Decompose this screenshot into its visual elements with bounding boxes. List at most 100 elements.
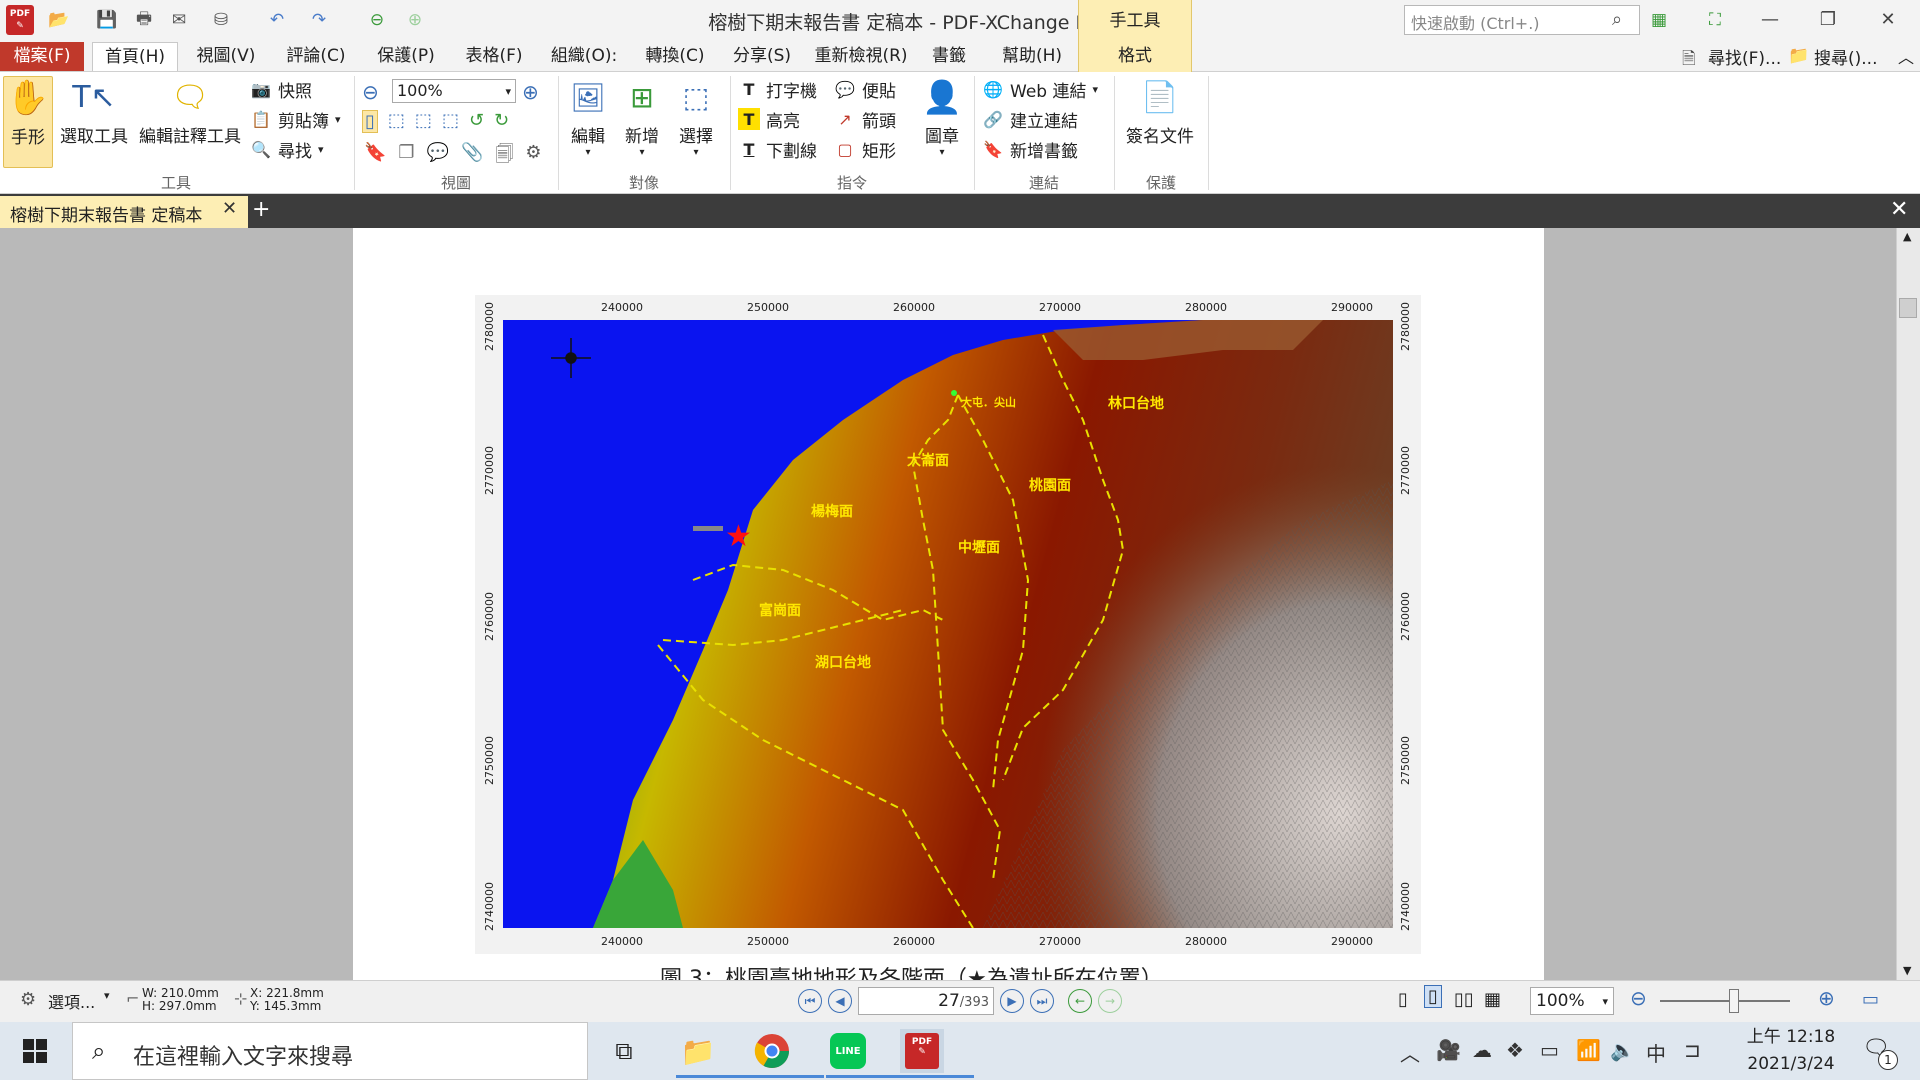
- scrollbar-thumb[interactable]: [1899, 298, 1917, 318]
- rotate-right-icon[interactable]: ↻: [494, 110, 509, 133]
- battery-icon[interactable]: ▭: [1540, 1038, 1559, 1062]
- minimize-button[interactable]: —: [1748, 6, 1792, 34]
- hand-tool-button[interactable]: ✋ 手形: [3, 76, 53, 168]
- find-button[interactable]: 尋找(F)...: [1708, 44, 1781, 69]
- wifi-icon[interactable]: 📶: [1576, 1038, 1601, 1062]
- create-link-button[interactable]: 🔗 建立連結: [982, 106, 1110, 132]
- meet-now-icon[interactable]: 🎥: [1436, 1038, 1461, 1062]
- show-hidden-icons-icon[interactable]: ︿: [1400, 1038, 1420, 1067]
- note-button[interactable]: 💬 便貼: [834, 76, 914, 102]
- redo-icon[interactable]: ↷: [308, 9, 330, 31]
- volume-icon[interactable]: 🔈: [1610, 1038, 1635, 1062]
- menu-comment[interactable]: 評論(C): [276, 42, 356, 71]
- fullscreen-icon[interactable]: ⛶: [1704, 9, 1726, 31]
- back-view-icon[interactable]: ←: [1068, 989, 1092, 1013]
- menu-view[interactable]: 視圖(V): [186, 42, 266, 71]
- open-icon[interactable]: 📂: [48, 9, 70, 31]
- fit-page-icon[interactable]: ⬚: [388, 110, 405, 133]
- close-button[interactable]: ✕: [1866, 6, 1910, 34]
- menu-organize[interactable]: 組織(O):: [538, 42, 630, 71]
- menu-help[interactable]: 幫助(H): [992, 42, 1072, 71]
- next-page-icon[interactable]: ▶: [1000, 989, 1024, 1013]
- dropbox-icon[interactable]: ❖: [1506, 1038, 1524, 1062]
- sign-document-button[interactable]: 📄 簽名文件: [1118, 76, 1202, 148]
- options-button[interactable]: 選項...: [48, 989, 95, 1013]
- first-page-icon[interactable]: ⏮: [798, 989, 822, 1013]
- typewriter-button[interactable]: T 打字機: [738, 76, 838, 102]
- rotate-left-icon[interactable]: ↺: [469, 110, 484, 133]
- ime-mode-icon[interactable]: ⊐: [1684, 1038, 1701, 1062]
- zoom-select[interactable]: 100% ▾: [392, 79, 516, 103]
- menu-share[interactable]: 分享(S): [722, 42, 802, 71]
- new-tab-icon[interactable]: +: [252, 197, 270, 222]
- taskbar-search-input[interactable]: 在這裡輸入文字來搜尋: [72, 1022, 588, 1080]
- stamp-button[interactable]: 👤 圖章 ▾: [916, 76, 968, 158]
- page-number-input[interactable]: 27/393: [858, 987, 994, 1015]
- app-logo[interactable]: PDF ✎: [6, 5, 34, 35]
- clock[interactable]: 上午 12:18 2021/3/24: [1736, 1024, 1846, 1078]
- rectangle-button[interactable]: ▢ 矩形: [834, 136, 914, 162]
- menu-bookmarks[interactable]: 書籤: [926, 42, 972, 71]
- select-tool-button[interactable]: T↖ 選取工具: [58, 76, 130, 148]
- scroll-down-icon[interactable]: ▼: [1903, 964, 1911, 977]
- ime-indicator[interactable]: 中: [1646, 1038, 1666, 1067]
- file-explorer-icon[interactable]: 📁: [676, 1029, 750, 1078]
- properties-icon[interactable]: 🗐: [495, 142, 513, 172]
- comments-icon[interactable]: 💬: [427, 142, 449, 172]
- actual-size-icon[interactable]: ▯: [362, 110, 378, 133]
- zoom-in-icon[interactable]: ⊕: [1818, 986, 1835, 1010]
- last-page-icon[interactable]: ⏭: [1030, 989, 1054, 1013]
- save-icon[interactable]: 💾: [96, 9, 118, 31]
- highlight-button[interactable]: T 高亮: [738, 106, 838, 132]
- zoom-slider[interactable]: [1660, 1000, 1790, 1002]
- undo-icon[interactable]: ↶: [266, 9, 288, 31]
- quick-launch-input[interactable]: 快速啟動 (Ctrl+.): [1404, 5, 1640, 35]
- onedrive-icon[interactable]: ☁: [1472, 1038, 1492, 1062]
- attachment-icon[interactable]: 📎: [461, 142, 483, 172]
- settings-page-icon[interactable]: ⚙: [525, 142, 541, 172]
- task-view-icon[interactable]: ⧉: [602, 1029, 646, 1073]
- print-icon[interactable]: 🖶: [133, 9, 155, 31]
- zoom-slider-thumb[interactable]: [1729, 989, 1739, 1013]
- clipboard-button[interactable]: 📋 剪貼簿 ▾: [250, 106, 350, 132]
- gear-icon[interactable]: ⚙: [20, 989, 36, 1010]
- view-mode-icon[interactable]: ▭: [1862, 989, 1879, 1010]
- restore-button[interactable]: ❐: [1806, 6, 1850, 34]
- prev-page-icon[interactable]: ◀: [828, 989, 852, 1013]
- select-objects-button[interactable]: ⬚ 選擇 ▾: [670, 76, 722, 159]
- edit-annot-button[interactable]: 🗨 編輯註釋工具: [136, 76, 244, 148]
- fit-visible-icon[interactable]: ⬚: [442, 110, 459, 133]
- menu-protect[interactable]: 保護(P): [366, 42, 446, 71]
- menu-file[interactable]: 檔案(F): [0, 42, 84, 71]
- back-icon[interactable]: ⊖: [366, 9, 388, 31]
- email-icon[interactable]: ✉: [168, 9, 190, 31]
- search-button[interactable]: 搜尋()...: [1814, 44, 1877, 69]
- single-page-icon[interactable]: ▯: [1398, 989, 1408, 1010]
- fit-width-icon[interactable]: ⬚: [415, 110, 432, 133]
- zoom-out-icon[interactable]: ⊖: [1630, 986, 1647, 1010]
- add-bookmark-button[interactable]: 🔖 新增書籤: [982, 136, 1110, 162]
- arrow-button[interactable]: ↗ 箭頭: [834, 106, 914, 132]
- bookmark-icon[interactable]: 🔖: [364, 142, 386, 172]
- search-icon[interactable]: ⌕: [1612, 9, 1622, 30]
- tab-close-icon[interactable]: ✕: [222, 198, 237, 219]
- pdf-xchange-taskbar-icon[interactable]: PDF ✎: [900, 1029, 974, 1078]
- zoom-in-icon[interactable]: ⊕: [522, 80, 539, 104]
- snapshot-button[interactable]: 📷 快照: [250, 76, 350, 102]
- web-link-button[interactable]: 🌐 Web 連結 ▾: [982, 76, 1110, 102]
- menu-convert[interactable]: 轉換(C): [634, 42, 716, 71]
- add-objects-button[interactable]: ⊞ 新增 ▾: [616, 76, 668, 159]
- ui-options-icon[interactable]: ▦: [1648, 9, 1670, 31]
- menu-format[interactable]: 格式: [1078, 40, 1192, 72]
- underline-button[interactable]: T 下劃線: [738, 136, 838, 162]
- pages-icon[interactable]: ❐: [398, 142, 414, 172]
- continuous-page-icon[interactable]: ▯: [1424, 985, 1442, 1008]
- line-app-icon[interactable]: LINE: [826, 1029, 900, 1078]
- continuous-facing-icon[interactable]: ▦: [1484, 989, 1501, 1010]
- close-all-icon[interactable]: ✕: [1890, 197, 1908, 222]
- scan-icon[interactable]: ⛁: [210, 9, 232, 31]
- scroll-up-icon[interactable]: ▲: [1903, 230, 1911, 243]
- menu-home[interactable]: 首頁(H): [92, 42, 178, 71]
- edit-objects-button[interactable]: 🖼 編輯 ▾: [562, 76, 614, 159]
- status-zoom-select[interactable]: 100% ▾: [1530, 987, 1614, 1015]
